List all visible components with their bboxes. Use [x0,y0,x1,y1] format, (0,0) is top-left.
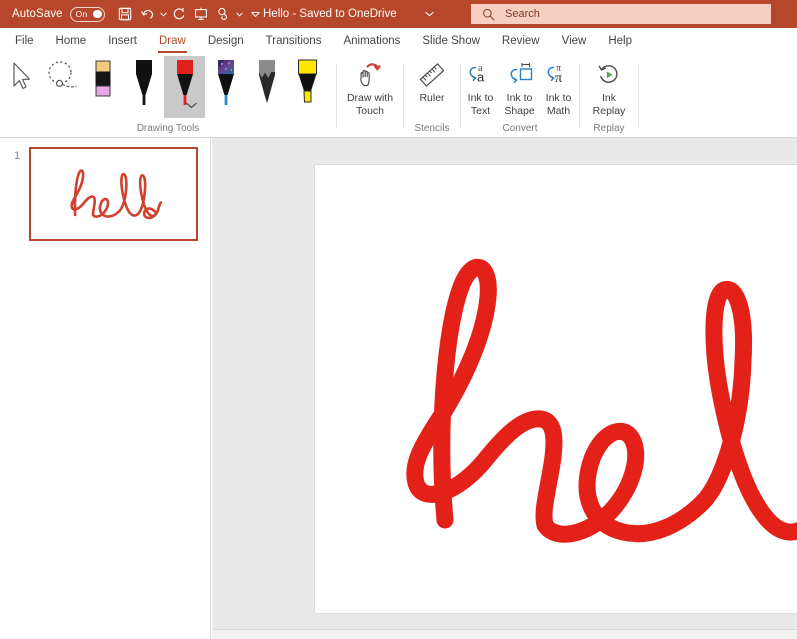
start-presentation-button[interactable] [191,3,212,25]
slide-editing-surface[interactable] [314,164,797,614]
redo-icon [172,7,186,21]
ink-to-shape-icon [505,60,535,90]
autosave-toggle[interactable]: On [70,7,105,22]
ribbon-group-label-touch [337,121,403,137]
quick-access-toolbar [115,3,260,25]
ribbon-group-convert: a a Ink to Text Ink to Shape [461,55,579,137]
search-input[interactable]: Search [471,4,771,24]
autosave-toggle-knob [93,10,102,19]
document-title: Hello - Saved to OneDrive [263,0,397,28]
autosave-state-label: On [76,9,88,19]
ribbon-group-label-stencils: Stencils [404,121,460,137]
pen-galaxy-icon [214,59,238,111]
eraser-tool-button[interactable] [82,56,123,118]
draw-with-touch-button[interactable]: Draw with Touch [341,56,399,118]
redo-button[interactable] [169,3,190,25]
tab-file[interactable]: File [4,30,45,55]
ribbon-group-stencils: Ruler Stencils [404,55,460,137]
ribbon: Drawing Tools Draw with Touch [0,55,797,138]
pen-options-chevron-down-icon[interactable] [186,96,197,114]
tab-transitions[interactable]: Transitions [255,30,333,55]
touch-draw-button[interactable] [213,3,234,25]
slide-ink-drawing [315,165,797,614]
customize-quick-access-toolbar-button[interactable] [251,3,260,25]
tab-slide-show[interactable]: Slide Show [411,30,491,55]
ribbon-group-label-replay: Replay [580,121,638,137]
slide-canvas-area[interactable] [212,138,797,639]
ink-to-text-label: Ink to Text [468,92,494,118]
ribbon-tab-bar: File Home Insert Draw Design Transitions… [0,28,797,55]
search-placeholder: Search [505,8,540,20]
pen-black-button[interactable] [123,56,164,118]
ruler-label: Ruler [419,92,444,105]
ruler-button[interactable]: Ruler [404,56,460,105]
ribbon-group-label-convert: Convert [461,121,579,137]
ink-to-text-icon: a a [466,60,496,90]
ink-to-shape-button[interactable]: Ink to Shape [500,56,539,118]
ink-to-math-icon: π π [544,60,574,90]
select-tool-button[interactable] [0,56,41,118]
save-icon [118,7,132,21]
customize-quick-access-toolbar-icon [251,11,260,18]
ink-to-shape-label: Ink to Shape [504,92,534,118]
ink-to-text-button[interactable]: a a Ink to Text [461,56,500,118]
ribbon-group-replay: Ink Replay Replay [580,55,638,137]
eraser-icon [92,59,114,101]
chevron-down-icon [425,11,434,17]
touch-draw-dropdown-button[interactable] [235,3,244,25]
ink-replay-icon [595,60,623,90]
autosave-label: AutoSave [12,8,63,20]
highlighter-yellow-button[interactable] [287,56,328,118]
chevron-down-icon [236,12,243,17]
undo-icon [140,7,155,21]
status-strip [212,629,797,639]
ink-to-math-label: Ink to Math [546,92,572,118]
slide-thumbnail-1[interactable] [29,147,198,241]
start-presentation-icon [194,7,208,21]
undo-button[interactable] [137,3,158,25]
title-bar: AutoSave On [0,0,797,28]
tab-animations[interactable]: Animations [332,30,411,55]
ribbon-group-label-drawing-tools: Drawing Tools [0,121,336,137]
ink-replay-button[interactable]: Ink Replay [580,56,638,118]
svg-text:π: π [555,71,562,86]
tab-draw[interactable]: Draw [148,30,197,55]
workspace: 1 [0,138,797,639]
pencil-gray-button[interactable] [246,56,287,118]
tab-view[interactable]: View [551,30,598,55]
tab-help[interactable]: Help [597,30,643,55]
pen-black-icon [132,59,156,111]
document-title-dropdown-button[interactable] [425,0,434,28]
tab-review[interactable]: Review [491,30,551,55]
ribbon-group-drawing-tools: Drawing Tools [0,55,336,137]
search-icon [482,8,495,21]
chevron-down-icon [160,12,167,17]
save-button[interactable] [115,3,136,25]
ruler-icon [418,60,446,90]
ribbon-group-divider [638,64,639,128]
select-arrow-icon [8,59,34,93]
touch-draw-icon [217,7,230,21]
ink-replay-label: Ink Replay [593,92,626,118]
tab-design[interactable]: Design [197,30,255,55]
draw-with-touch-label: Draw with Touch [347,92,393,118]
pencil-gray-icon [255,59,279,111]
ink-to-math-button[interactable]: π π Ink to Math [539,56,578,118]
highlighter-yellow-icon [295,59,321,111]
pen-galaxy-button[interactable] [205,56,246,118]
svg-text:a: a [477,70,485,85]
slide-number-label: 1 [14,150,20,162]
lasso-select-tool-button[interactable] [41,56,82,118]
undo-dropdown-button[interactable] [159,3,168,25]
tab-home[interactable]: Home [45,30,98,55]
slide-thumbnail-ink [31,149,196,239]
pen-red-button[interactable] [164,56,205,118]
tab-insert[interactable]: Insert [97,30,148,55]
lasso-select-icon [42,59,82,93]
slide-thumbnails-pane: 1 [0,138,211,639]
draw-with-touch-icon [355,60,385,90]
ribbon-group-touch: Draw with Touch [337,55,403,137]
